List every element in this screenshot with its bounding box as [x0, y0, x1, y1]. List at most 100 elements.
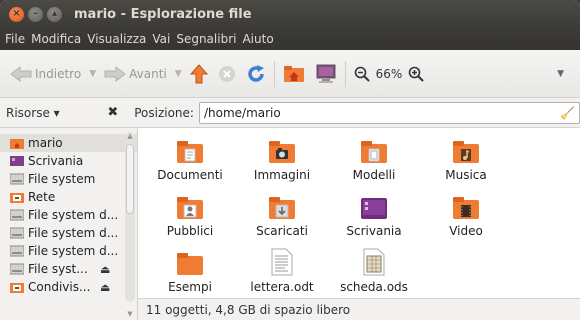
sidebar-item-mario[interactable]: mario: [0, 134, 137, 152]
status-bar: 11 oggetti, 4,8 GB di spazio libero: [138, 298, 580, 320]
zoom-level[interactable]: 66%: [376, 67, 403, 81]
reload-button[interactable]: [246, 64, 266, 84]
menu-modifica[interactable]: Modifica: [31, 32, 81, 46]
status-text: 11 oggetti, 4,8 GB di spazio libero: [146, 302, 351, 317]
sidebar-type-dropdown[interactable]: Risorse ▾: [6, 106, 60, 120]
file-view[interactable]: Documenti Immagini Modelli Musica Pubbli…: [138, 128, 580, 320]
location-input[interactable]: /home/mario 🧹: [198, 101, 580, 124]
forward-label: Avanti: [129, 66, 167, 81]
file-item-musica[interactable]: Musica: [420, 136, 512, 192]
menu-file[interactable]: File: [5, 32, 25, 46]
stop-icon: [218, 65, 235, 82]
zoom-out-icon: [354, 66, 370, 82]
menu-segnalibri[interactable]: Segnalibri: [176, 32, 236, 46]
drive-icon: [10, 227, 24, 239]
toolbar-overflow-dropdown[interactable]: ▼: [557, 69, 564, 79]
file-item-scaricati[interactable]: Scaricati: [236, 192, 328, 248]
back-arrow-icon: [10, 65, 32, 82]
sidebar-item-file-syst[interactable]: File syst... ⏏: [0, 260, 137, 278]
home-button[interactable]: [283, 65, 305, 83]
sidebar: mario Scrivania File system Rete File sy…: [0, 128, 138, 320]
home-folder-icon: [283, 65, 304, 82]
file-item-video[interactable]: Video: [420, 192, 512, 248]
back-label: Indietro: [35, 66, 82, 81]
menu-bar: File Modifica Visualizza Vai Segnalibri …: [0, 28, 580, 50]
eject-icon[interactable]: ⏏: [100, 281, 110, 294]
public-folder-icon: [177, 197, 203, 219]
toolbar-separator: [344, 60, 346, 87]
window-title: mario - Esplorazione file: [74, 6, 252, 22]
templates-folder-icon: [361, 141, 387, 163]
close-sidebar-icon[interactable]: ✖: [107, 105, 118, 120]
close-window-button[interactable]: ×: [9, 6, 24, 22]
sidebar-item-rete[interactable]: Rete: [0, 188, 137, 206]
network-share-icon: [10, 283, 24, 293]
eject-icon[interactable]: ⏏: [100, 263, 110, 276]
file-item-esempi[interactable]: Esempi: [144, 248, 236, 304]
drive-icon: [10, 209, 24, 221]
drive-icon: [10, 173, 24, 185]
file-item-documenti[interactable]: Documenti: [144, 136, 236, 192]
sidebar-item-file-system-d-3[interactable]: File system d...: [0, 242, 137, 260]
computer-icon: [316, 64, 336, 83]
file-manager-window: × – ▴ mario - Esplorazione file File Mod…: [0, 0, 580, 320]
main-area: mario Scrivania File system Rete File sy…: [0, 128, 580, 320]
sidebar-item-file-system-d-2[interactable]: File system d...: [0, 224, 137, 242]
desktop-icon: [10, 156, 24, 166]
menu-visualizza[interactable]: Visualizza: [87, 32, 146, 46]
location-label: Posizione:: [134, 105, 194, 120]
menu-aiuto[interactable]: Aiuto: [242, 32, 273, 46]
sidebar-item-scrivania[interactable]: Scrivania: [0, 152, 137, 170]
sidebar-item-file-system-d-1[interactable]: File system d...: [0, 206, 137, 224]
file-item-scheda-ods[interactable]: scheda.ods: [328, 248, 420, 304]
toolbar-separator: [273, 60, 275, 87]
scroll-down-arrow-icon[interactable]: ▼: [125, 310, 135, 318]
zoom-out-button[interactable]: [354, 66, 370, 82]
forward-arrow-icon: [104, 65, 126, 82]
zoom-in-icon: [409, 66, 425, 82]
sidebar-scroll-thumb[interactable]: [126, 144, 134, 214]
back-button[interactable]: Indietro: [10, 65, 82, 82]
stop-button[interactable]: [218, 65, 236, 83]
network-icon: [10, 193, 24, 203]
text-document-icon: [271, 248, 293, 276]
sidebar-item-condivis[interactable]: Condivis... ⏏: [0, 278, 137, 296]
videos-folder-icon: [453, 197, 479, 219]
file-item-pubblici[interactable]: Pubblici: [144, 192, 236, 248]
drive-icon: [10, 245, 24, 257]
menu-vai[interactable]: Vai: [152, 32, 170, 46]
folder-icon: [177, 253, 203, 275]
documents-folder-icon: [177, 141, 203, 163]
up-arrow-icon: [189, 63, 208, 83]
clear-location-icon[interactable]: 🧹: [560, 106, 575, 120]
minimize-window-button[interactable]: –: [28, 6, 43, 22]
zoom-in-button[interactable]: [408, 66, 425, 82]
desktop-folder-icon: [361, 198, 387, 219]
reload-icon: [247, 64, 264, 82]
location-path: /home/mario: [203, 105, 281, 120]
music-folder-icon: [453, 141, 479, 163]
home-folder-icon: [10, 139, 24, 149]
spreadsheet-icon: [363, 248, 385, 276]
file-item-immagini[interactable]: Immagini: [236, 136, 328, 192]
scroll-up-arrow-icon[interactable]: ▲: [125, 132, 135, 140]
file-grid: Documenti Immagini Modelli Musica Pubbli…: [144, 136, 512, 304]
downloads-folder-icon: [269, 197, 295, 219]
title-bar[interactable]: × – ▴ mario - Esplorazione file: [0, 0, 580, 28]
up-button[interactable]: [189, 63, 208, 84]
computer-button[interactable]: [315, 64, 337, 84]
toolbar: Indietro ▼ Avanti ▼ 66% ▼: [0, 50, 580, 98]
file-item-scrivania[interactable]: Scrivania: [328, 192, 420, 248]
file-item-lettera-odt[interactable]: lettera.odt: [236, 248, 328, 304]
location-row: Risorse ▾ ✖ Posizione: /home/mario 🧹: [0, 98, 580, 128]
sidebar-item-file-system[interactable]: File system: [0, 170, 137, 188]
drive-icon: [10, 263, 24, 275]
forward-history-dropdown[interactable]: ▼: [175, 69, 182, 79]
back-history-dropdown[interactable]: ▼: [89, 69, 96, 79]
sidebar-scrollbar[interactable]: ▲ ▼: [125, 132, 135, 318]
maximize-window-button[interactable]: ▴: [47, 6, 62, 22]
file-item-modelli[interactable]: Modelli: [328, 136, 420, 192]
sidebar-header: Risorse ▾ ✖: [0, 105, 126, 120]
pictures-folder-icon: [269, 141, 295, 163]
forward-button[interactable]: Avanti: [104, 65, 167, 82]
